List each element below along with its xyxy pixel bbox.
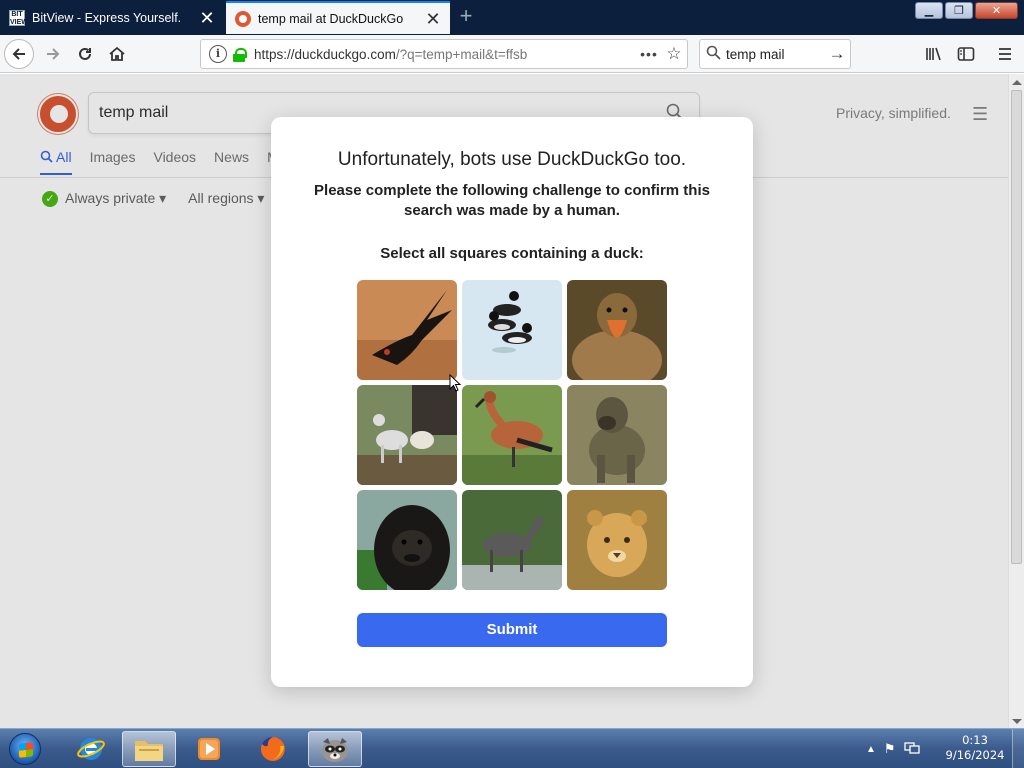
action-center-flag-icon[interactable]: ⚑ — [884, 741, 896, 757]
back-arrow-icon — [12, 48, 25, 60]
back-button[interactable] — [4, 39, 34, 69]
scroll-down-icon[interactable] — [1012, 719, 1022, 724]
taskbar-internet-explorer[interactable] — [64, 731, 118, 767]
captcha-tile-whistling-duck[interactable] — [462, 385, 562, 485]
media-player-icon — [198, 738, 220, 760]
reload-icon — [79, 47, 91, 60]
close-window-button[interactable]: ✕ — [975, 2, 1018, 19]
search-box-text: temp mail — [726, 46, 785, 62]
system-clock[interactable]: 0:13 9/16/2024 — [940, 733, 1010, 763]
browser-tab-bar: BIT VIEW BitView - Express Yourself. ✕ te… — [0, 0, 1024, 35]
captcha-tile-baboon[interactable] — [567, 385, 667, 485]
scroll-thumb[interactable] — [1011, 90, 1022, 564]
captcha-dialog: Unfortunately, bots use DuckDuckGo too. … — [271, 117, 753, 687]
network-icon[interactable] — [903, 741, 920, 758]
close-tab-icon[interactable]: ✕ — [196, 7, 218, 29]
internet-explorer-icon — [77, 738, 105, 760]
captcha-tile-floating-ducks[interactable] — [462, 280, 562, 380]
windows-logo-icon — [9, 733, 41, 765]
submit-button[interactable]: Submit — [357, 613, 667, 647]
taskbar-raccoon-app[interactable] — [308, 731, 362, 767]
restore-button[interactable]: ❐ — [945, 2, 973, 19]
captcha-tile-lion-cub[interactable] — [567, 490, 667, 590]
minimize-button[interactable]: ▁ — [915, 2, 943, 19]
captcha-tile-antelope[interactable] — [462, 490, 562, 590]
tab-bitview[interactable]: BIT VIEW BitView - Express Yourself. ✕ — [0, 1, 224, 34]
captcha-tile-duck-closeup[interactable] — [567, 280, 667, 380]
bookmark-star-icon[interactable]: ☆ — [661, 44, 687, 64]
clock-date: 9/16/2024 — [945, 748, 1005, 762]
sidebar-icon[interactable] — [951, 39, 981, 69]
duckduckgo-icon — [235, 10, 251, 27]
reload-button[interactable] — [70, 39, 100, 69]
tab-duckduckgo[interactable]: temp mail at DuckDuckGo ✕ — [226, 1, 450, 34]
tab-title: temp mail at DuckDuckGo — [258, 11, 404, 26]
lock-icon — [233, 47, 247, 62]
navigation-bar: i https://duckduckgo.com/?q=temp+mail&t=… — [0, 35, 1024, 73]
captcha-tile-flying-bird[interactable] — [357, 280, 457, 380]
tab-title: BitView - Express Yourself. — [32, 10, 182, 25]
dialog-title: Unfortunately, bots use DuckDuckGo too. — [337, 149, 687, 170]
captcha-tile-dogs-on-log[interactable] — [357, 385, 457, 485]
home-icon — [109, 46, 125, 61]
taskbar-media-player[interactable] — [182, 731, 236, 767]
start-button[interactable] — [4, 730, 46, 768]
forward-arrow-icon — [47, 48, 60, 60]
window-controls: ▁ ❐ ✕ — [915, 2, 1018, 19]
clock-time: 0:13 — [962, 733, 988, 747]
captcha-tile-gorilla[interactable] — [357, 490, 457, 590]
vertical-scrollbar[interactable] — [1008, 74, 1024, 728]
windows-taskbar: ▲ ⚑ 0:13 9/16/2024 — [0, 728, 1024, 768]
dialog-prompt: Select all squares containing a duck: — [380, 245, 644, 262]
taskbar-file-explorer[interactable] — [122, 731, 176, 767]
show-desktop-button[interactable] — [1012, 729, 1024, 768]
new-tab-button[interactable]: + — [455, 5, 477, 27]
dialog-subtitle: Please complete the following challenge … — [314, 182, 710, 219]
taskbar-firefox[interactable] — [246, 731, 300, 767]
site-info-icon[interactable]: i — [209, 45, 227, 63]
url-text[interactable]: https://duckduckgo.com/?q=temp+mail&t=ff… — [254, 47, 637, 62]
close-tab-icon[interactable]: ✕ — [422, 8, 444, 30]
menu-icon[interactable] — [990, 39, 1020, 69]
page-actions-icon[interactable]: ••• — [637, 46, 661, 62]
bitview-icon: BIT VIEW — [9, 9, 28, 26]
firefox-icon — [260, 737, 285, 761]
show-hidden-icons-icon[interactable]: ▲ — [866, 744, 876, 755]
raccoon-app-icon — [322, 738, 348, 762]
home-button[interactable] — [102, 39, 132, 69]
url-path: /?q=temp+mail&t=ffsb — [395, 46, 528, 62]
search-box[interactable]: temp mail → — [699, 39, 851, 69]
scroll-up-icon[interactable] — [1012, 80, 1022, 85]
captcha-grid — [357, 280, 667, 590]
library-icon[interactable] — [919, 39, 949, 69]
forward-button[interactable] — [38, 39, 68, 69]
system-tray: ▲ ⚑ — [866, 729, 920, 768]
search-icon — [700, 45, 726, 64]
url-bar[interactable]: i https://duckduckgo.com/?q=temp+mail&t=… — [200, 39, 688, 69]
file-explorer-icon — [135, 741, 163, 761]
search-go-icon[interactable]: → — [824, 44, 850, 64]
url-domain: https://duckduckgo.com — [254, 46, 396, 62]
